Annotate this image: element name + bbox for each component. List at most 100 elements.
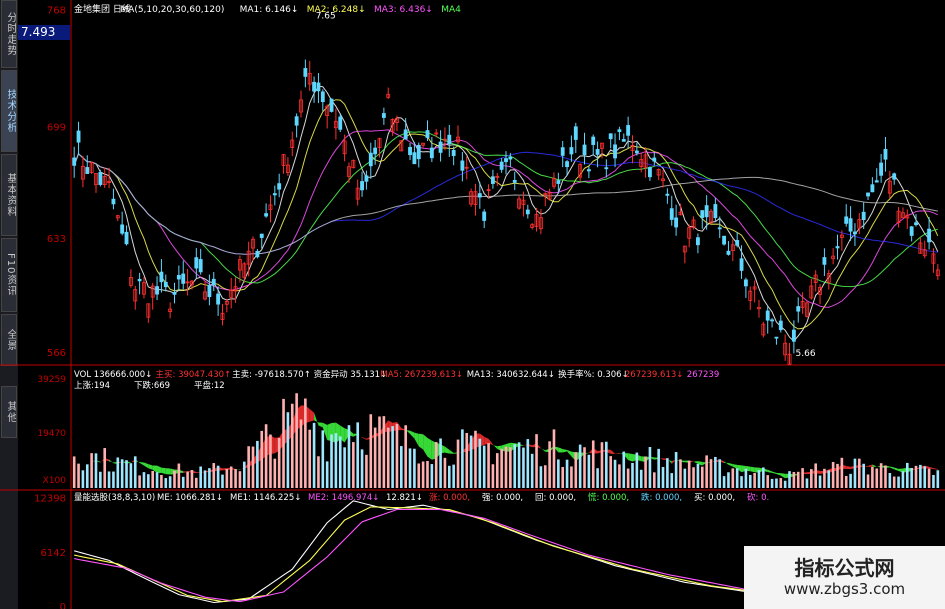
candle-body	[72, 157, 77, 166]
y-tick-label: 699	[47, 122, 66, 133]
volume-ma-band	[728, 462, 733, 467]
candle-body	[207, 284, 212, 298]
candle-body	[586, 169, 591, 172]
candle-body	[874, 180, 879, 183]
candle-body	[617, 129, 622, 132]
y-tick-label: 633	[47, 234, 66, 245]
candle-body	[172, 292, 177, 295]
candle-body	[848, 218, 853, 232]
volume-ma-band	[894, 467, 899, 471]
volume-ma-band	[414, 432, 419, 447]
legend-text: ME: 1066.281↓	[157, 493, 223, 503]
candle-body	[329, 98, 334, 112]
candle-body	[381, 113, 386, 118]
candle-body	[665, 193, 670, 196]
candle-body	[556, 180, 561, 184]
candle-body	[674, 217, 679, 228]
legend-text: 砍: 0.	[747, 492, 769, 503]
volume-ma-band	[165, 468, 171, 475]
volume-ma-band	[933, 468, 938, 470]
volume-ma-band	[148, 464, 153, 470]
volume-ma-band	[558, 447, 563, 453]
candle-body	[626, 125, 631, 136]
candle-body	[259, 233, 264, 238]
candle-body	[98, 172, 103, 185]
candle-body	[429, 147, 434, 159]
volume-ma-band	[423, 434, 428, 457]
candle-body	[914, 222, 918, 226]
candle-body	[194, 257, 199, 269]
volume-ma-band	[157, 465, 162, 473]
volume-ma-band	[427, 437, 432, 460]
candle-body	[595, 149, 600, 155]
legend-text: MA1: 6.146↓	[240, 5, 299, 15]
candle-body	[608, 133, 613, 140]
candle-body	[499, 161, 504, 170]
candle-body	[159, 271, 164, 283]
candle-body	[373, 147, 378, 155]
candle-body	[482, 211, 487, 221]
candle-body	[909, 226, 914, 236]
candle-body	[844, 216, 849, 224]
candle-body	[76, 130, 81, 143]
price-annotation: 5.66	[796, 349, 816, 359]
candle-body	[181, 273, 186, 284]
candle-body	[700, 210, 705, 218]
candle-body	[778, 320, 783, 331]
candle-body	[272, 193, 277, 196]
volume-ma-band	[693, 461, 698, 464]
candle-body	[460, 160, 465, 171]
y-tick-label: 566	[47, 348, 66, 359]
volume-ma-band	[418, 433, 424, 450]
candle-body	[294, 116, 299, 126]
legend-text: 跌: 0.000,	[641, 492, 682, 503]
candle-body	[412, 152, 417, 165]
candle-body	[582, 144, 587, 156]
candle-body	[927, 228, 932, 243]
volume-ma-band	[449, 449, 454, 454]
candle-body	[111, 198, 116, 205]
volume-ma-band	[628, 453, 633, 462]
candle-body	[216, 293, 221, 305]
candle-body	[490, 176, 495, 184]
volume-ma-band	[562, 448, 568, 453]
candle-body	[861, 211, 866, 221]
volume-ma-band	[309, 408, 315, 422]
volume-ma-band	[444, 446, 450, 454]
volume-ma-band	[750, 466, 755, 473]
candle-body	[735, 240, 740, 246]
candle-body	[504, 158, 508, 163]
chart-panels: 7686996335667.655.66金地集团 日线MA(5,10,20,30…	[0, 0, 945, 609]
candle-body	[447, 134, 452, 145]
y-tick-label: 768	[47, 5, 66, 16]
legend-text: MA3: 6.436↓	[374, 5, 433, 15]
candle-body	[560, 147, 565, 156]
candle-body	[870, 184, 875, 193]
candle-body	[155, 286, 159, 295]
y-tick-label: 19470	[37, 429, 66, 439]
candle-body	[791, 329, 796, 342]
candle-body	[477, 193, 482, 198]
legend-text: 12.821↓	[386, 493, 423, 503]
candle-body	[883, 149, 888, 160]
legend-text: MA13: 340632.644↓	[467, 370, 555, 380]
candle-body	[892, 173, 897, 180]
volume-ma-band	[872, 464, 877, 467]
candle-body	[312, 81, 317, 92]
candle-body	[695, 237, 700, 246]
legend-text: 强: 0.000,	[482, 493, 523, 503]
legend-text: 主卖: -97618.570↑	[232, 369, 311, 380]
candle-body	[621, 139, 626, 142]
candle-body	[255, 250, 260, 258]
candle-body	[835, 246, 840, 249]
candle-body	[765, 310, 770, 321]
watermark-url: www.zbgs3.com	[783, 580, 906, 598]
watermark-title: 指标公式网	[794, 556, 895, 580]
candle-body	[338, 116, 343, 130]
volume-ma-band	[492, 444, 498, 449]
candle-body	[722, 235, 727, 245]
volume-ma-band	[540, 448, 546, 452]
candle-body	[120, 224, 125, 234]
y-tick-label: 6142	[41, 548, 66, 559]
candle-body	[176, 275, 181, 280]
